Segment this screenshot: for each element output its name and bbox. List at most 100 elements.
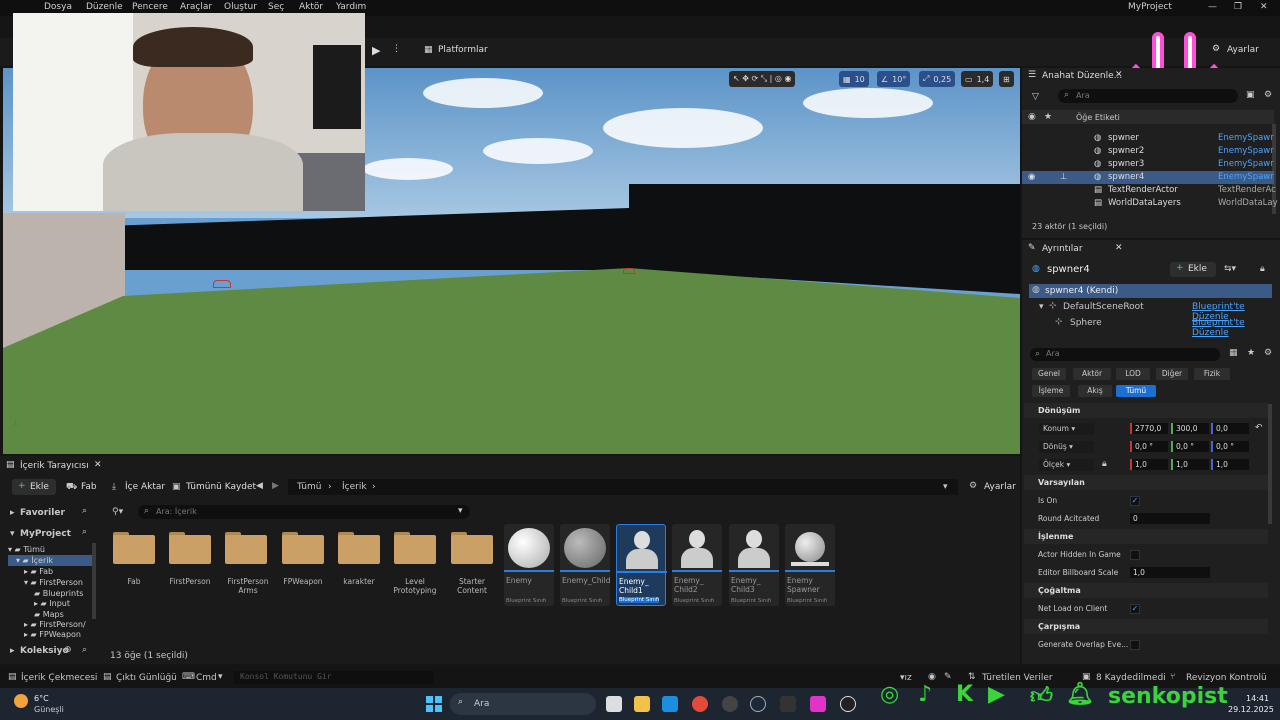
import-button[interactable]: İçe Aktar: [125, 482, 165, 492]
filter-icon[interactable]: ▽: [1032, 92, 1039, 102]
weather-desc[interactable]: Güneşli: [34, 705, 64, 714]
reset-icon[interactable]: ↶: [1255, 423, 1263, 433]
taskbar-search[interactable]: ⌕ Ara: [450, 693, 596, 715]
details-scrollbar[interactable]: [1268, 404, 1272, 524]
asset-tile[interactable]: Enemy Blueprint Sınıfı: [504, 524, 554, 606]
content-drawer-button[interactable]: İçerik Çekmecesi: [21, 673, 97, 683]
content-browser-tab[interactable]: İçerik Tarayıcısı: [20, 461, 89, 471]
task-view-icon[interactable]: [606, 696, 622, 712]
project-header[interactable]: MyProject: [20, 529, 71, 539]
search-icon[interactable]: ⌕: [82, 527, 87, 537]
scale-x[interactable]: 1,0: [1130, 459, 1168, 470]
folder-icon[interactable]: [113, 532, 155, 564]
clock-date[interactable]: 29.12.2025: [1228, 705, 1274, 714]
windows-start-icon[interactable]: [426, 696, 442, 712]
filter-streaming[interactable]: Akış: [1078, 385, 1112, 397]
camera-speed[interactable]: ▭ 1,4: [961, 71, 994, 87]
chrome-icon[interactable]: [692, 696, 708, 712]
blueprint-options-icon[interactable]: ⇆▾: [1224, 264, 1236, 274]
outliner-row[interactable]: ◍ spwner EnemySpawr: [1022, 132, 1274, 145]
scale-y[interactable]: 1,0: [1171, 459, 1209, 470]
app-icon[interactable]: [810, 696, 826, 712]
breadcrumb-content[interactable]: İçerik: [342, 482, 367, 492]
filter-icon[interactable]: ⚲▾: [112, 507, 123, 517]
filter-misc[interactable]: Diğer: [1156, 368, 1188, 380]
eye-icon[interactable]: ◉: [1028, 172, 1035, 182]
tree-item-firstperson[interactable]: ▾ ▰ FirstPerson: [24, 578, 83, 587]
path-bar[interactable]: Tümü › İçerik › ▾: [288, 479, 958, 495]
folder-icon[interactable]: [451, 532, 493, 564]
round-input[interactable]: 0: [1130, 513, 1210, 524]
location-x[interactable]: 2770,0: [1130, 423, 1168, 434]
history-back-icon[interactable]: ◀: [256, 481, 263, 491]
tree-item-content[interactable]: ▾ ▰ İçerik: [16, 556, 53, 565]
tree-item-all[interactable]: ▾ ▰ Tümü: [8, 545, 45, 554]
viewport-layout-icon[interactable]: ⊞: [999, 71, 1014, 87]
collections-header[interactable]: Koleksiyo: [20, 646, 69, 656]
table-view-icon[interactable]: ▦: [1229, 348, 1238, 358]
browser-settings-button[interactable]: Ayarlar: [984, 482, 1016, 492]
asset-tile[interactable]: Enemy_ Child3 Blueprint Sınıfı: [729, 524, 779, 606]
details-search[interactable]: ⌕ Ara: [1030, 348, 1220, 361]
lock-icon[interactable]: 🔒︎: [1260, 264, 1265, 274]
folder-icon[interactable]: [169, 532, 211, 564]
filter-physics[interactable]: Fizik: [1194, 368, 1230, 380]
tree-item-fab[interactable]: ▸ ▰ Fab: [24, 567, 53, 576]
chevron-down-icon[interactable]: ▾: [218, 672, 223, 682]
rotation-x[interactable]: 0,0 °: [1130, 441, 1168, 452]
overlap-checkbox[interactable]: [1130, 640, 1140, 650]
location-dropdown[interactable]: Konum ▾: [1039, 423, 1094, 435]
add-collection-icon[interactable]: ⊕: [64, 645, 72, 655]
breadcrumb-all[interactable]: Tümü: [297, 482, 321, 492]
actor-type[interactable]: EnemySpawr: [1218, 172, 1274, 182]
unsaved-button[interactable]: 8 Kaydedilmedi: [1096, 673, 1166, 683]
tree-item-input[interactable]: ▸ ▰ Input: [34, 599, 70, 608]
folder-icon[interactable]: [394, 532, 436, 564]
is-on-checkbox[interactable]: ✓: [1130, 496, 1140, 506]
self-component-row[interactable]: ◍ spwner4 (Kendi): [1029, 284, 1272, 298]
outliner-search[interactable]: ⌕ Ara: [1058, 89, 1238, 103]
menu-select[interactable]: Seç: [268, 2, 284, 12]
rotation-dropdown[interactable]: Dönüş ▾: [1039, 441, 1094, 453]
platforms-button[interactable]: Platformlar: [438, 45, 488, 55]
tree-item-firstperson-arms[interactable]: ▸ ▰ FirstPerson/: [24, 620, 86, 629]
tree-item-fpweapon[interactable]: ▸ ▰ FPWeapon: [24, 630, 81, 639]
record-icon[interactable]: ◉: [928, 672, 936, 682]
menu-actor[interactable]: Aktör: [299, 2, 323, 12]
close-tab-icon[interactable]: ✕: [1115, 70, 1123, 80]
close-tab-icon[interactable]: ✕: [1115, 243, 1123, 253]
chevron-right-icon[interactable]: ▸: [10, 646, 15, 656]
grid-snap[interactable]: ▦ 10: [839, 71, 869, 87]
minimize-icon[interactable]: —: [1208, 2, 1217, 12]
unreal-engine-icon[interactable]: [840, 696, 856, 712]
rotation-y[interactable]: 0,0 °: [1171, 441, 1209, 452]
play-icon[interactable]: ▶: [372, 44, 380, 57]
save-all-button[interactable]: Tümünü Kaydet: [186, 482, 256, 492]
folder-icon[interactable]: [282, 532, 324, 564]
asset-tile-selected[interactable]: Enemy_ Child1 Blueprint Sınıfı: [616, 524, 667, 606]
revision-control-button[interactable]: Revizyon Kontrolü: [1186, 673, 1267, 683]
menu-build[interactable]: Oluştur: [224, 2, 257, 12]
close-tab-icon[interactable]: ✕: [94, 460, 102, 470]
hidden-checkbox[interactable]: [1130, 550, 1140, 560]
lock-icon[interactable]: 🔒︎: [1102, 459, 1107, 469]
menu-file[interactable]: Dosya: [44, 2, 72, 12]
star-icon[interactable]: ★: [1247, 348, 1255, 358]
scale-z[interactable]: 1,0: [1211, 459, 1249, 470]
location-y[interactable]: 300,0: [1171, 423, 1209, 434]
outliner-row[interactable]: ▤ TextRenderActor TextRenderAc: [1022, 184, 1276, 197]
actor-type[interactable]: EnemySpawr: [1218, 133, 1274, 143]
epic-games-icon[interactable]: [780, 696, 796, 712]
clock-time[interactable]: 14:41: [1246, 694, 1269, 703]
pin-icon[interactable]: ⊥: [1060, 172, 1067, 182]
chevron-down-icon[interactable]: ▾: [1039, 302, 1044, 312]
actor-type[interactable]: EnemySpawr: [1218, 146, 1274, 156]
outliner-row[interactable]: ◍ spwner3 EnemySpawr: [1022, 158, 1274, 171]
transform-tools[interactable]: ↖ ✥ ⟳ ⤡ | ◎ ◉: [729, 71, 796, 87]
tree-item-maps[interactable]: ▰ Maps: [34, 610, 64, 619]
source-control-menu[interactable]: ▾ız: [900, 673, 912, 683]
search-icon[interactable]: ⌕: [82, 645, 87, 655]
details-tab[interactable]: Ayrıntılar: [1042, 244, 1083, 254]
menu-window[interactable]: Pencere: [132, 2, 168, 12]
angle-snap[interactable]: ∠ 10°: [877, 71, 911, 87]
